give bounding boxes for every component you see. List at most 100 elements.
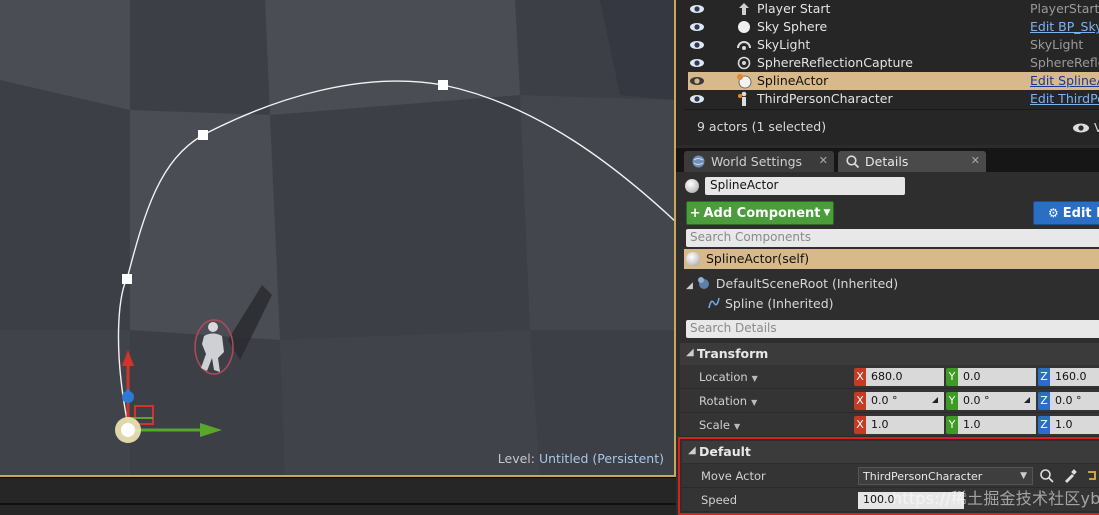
location-z-value[interactable]: 160.0 bbox=[1050, 368, 1099, 386]
rotation-z[interactable]: Z 0.0 ° bbox=[1038, 392, 1099, 410]
search-details-input[interactable]: Search Details bbox=[686, 320, 1099, 338]
outliner-row-player-start[interactable]: Player Start PlayerStart bbox=[688, 0, 1099, 18]
spline-point-1 bbox=[122, 274, 132, 284]
actor-name: Sky Sphere bbox=[757, 19, 828, 34]
component-spline-label: Spline (Inherited) bbox=[724, 296, 834, 311]
actor-type-link[interactable]: Edit ThirdPe bbox=[1030, 91, 1099, 106]
actor-type: SphereReflec bbox=[1030, 55, 1099, 70]
move-actor-value: ThirdPersonCharacter bbox=[863, 470, 983, 483]
edit-blueprint-button[interactable]: ⚙ Edit B bbox=[1033, 201, 1099, 225]
spline-icon bbox=[708, 297, 720, 309]
eye-icon[interactable] bbox=[689, 1, 705, 17]
eye-icon bbox=[1073, 123, 1089, 132]
reflection-capture-icon bbox=[737, 56, 751, 70]
rotation-z-value[interactable]: 0.0 ° bbox=[1050, 392, 1099, 410]
move-actor-label: Move Actor bbox=[701, 469, 766, 483]
component-tree-spline[interactable]: Spline (Inherited) bbox=[707, 296, 834, 311]
actor-type: SkyLight bbox=[1030, 37, 1084, 52]
sphere-icon bbox=[686, 252, 700, 266]
move-actor-dropdown[interactable]: ThirdPersonCharacter ▼ bbox=[858, 467, 1033, 485]
location-label[interactable]: Location ▼ bbox=[699, 370, 758, 384]
actor-name: SplineActor bbox=[757, 73, 829, 88]
skylight-icon bbox=[737, 41, 751, 50]
eye-icon[interactable] bbox=[689, 37, 705, 53]
collapse-arrow-icon[interactable]: ◢ bbox=[688, 445, 696, 456]
actor-name: Player Start bbox=[757, 1, 831, 16]
rotation-x[interactable]: X 0.0 ° bbox=[854, 392, 944, 410]
viewport-scene bbox=[0, 0, 674, 475]
level-name: Untitled (Persistent) bbox=[538, 451, 664, 466]
player-start-icon bbox=[739, 3, 749, 15]
add-component-button[interactable]: + Add Component ▼ bbox=[686, 201, 834, 225]
collapse-arrow-icon[interactable]: ◢ bbox=[686, 347, 694, 358]
component-tree-root[interactable]: ◢ DefaultSceneRoot (Inherited) bbox=[686, 276, 898, 291]
location-y-value[interactable]: 0.0 bbox=[958, 368, 1036, 386]
scale-z-value[interactable]: 1.0 bbox=[1050, 416, 1099, 434]
watermark-text: https://稀土掘金技术社区yb0022 bbox=[892, 489, 1099, 508]
outliner-row-skylight[interactable]: SkyLight SkyLight bbox=[688, 36, 1099, 54]
transform-category-header[interactable]: ◢ Transform bbox=[680, 343, 1099, 365]
component-self-row[interactable]: SplineActor(self) bbox=[684, 249, 1099, 269]
actor-type-link[interactable]: Edit BP_Sky_ bbox=[1030, 19, 1099, 34]
spin-handle-icon[interactable] bbox=[1022, 395, 1032, 405]
actor-name: SphereReflectionCapture bbox=[757, 55, 913, 70]
transform-header-label: Transform bbox=[697, 346, 769, 361]
location-y[interactable]: Y 0.0 bbox=[946, 368, 1036, 386]
actor-name-field[interactable]: SplineActor bbox=[705, 177, 905, 195]
scale-z[interactable]: Z 1.0 bbox=[1038, 416, 1099, 434]
tab-world-settings[interactable]: World Settings ✕ bbox=[684, 151, 834, 172]
scale-x[interactable]: X 1.0 bbox=[854, 416, 944, 434]
scale-y-value[interactable]: 1.0 bbox=[958, 416, 1036, 434]
close-icon[interactable]: ✕ bbox=[819, 154, 828, 167]
rotation-x-value[interactable]: 0.0 ° bbox=[871, 394, 898, 407]
details-icon bbox=[846, 155, 860, 169]
scale-label[interactable]: Scale ▼ bbox=[699, 418, 740, 432]
spin-handle-icon[interactable] bbox=[930, 395, 940, 405]
outliner-row-sphere-reflection-capture[interactable]: SphereReflectionCapture SphereReflec bbox=[688, 54, 1099, 72]
speed-label: Speed bbox=[701, 493, 738, 507]
eye-icon[interactable] bbox=[689, 55, 705, 71]
reset-arrow-icon[interactable] bbox=[1085, 469, 1097, 483]
edit-blueprint-label: Edit B bbox=[1062, 205, 1099, 221]
default-header-label: Default bbox=[699, 444, 751, 459]
rotation-y[interactable]: Y 0.0 ° bbox=[946, 392, 1036, 410]
eye-icon[interactable] bbox=[689, 19, 705, 35]
scale-x-value[interactable]: 1.0 bbox=[866, 416, 944, 434]
level-label-prefix: Level: bbox=[497, 451, 535, 466]
rotation-y-value[interactable]: 0.0 ° bbox=[963, 394, 990, 407]
actor-type-link[interactable]: Edit SplineA bbox=[1030, 73, 1099, 88]
chevron-down-icon: ▼ bbox=[823, 208, 831, 218]
viewport-bottom-bar bbox=[0, 477, 676, 515]
location-x-value[interactable]: 680.0 bbox=[866, 368, 944, 386]
chevron-down-icon: ▼ bbox=[733, 422, 741, 431]
view-options-button[interactable]: V bbox=[1072, 120, 1099, 135]
picker-icon[interactable] bbox=[1062, 468, 1078, 484]
close-icon[interactable]: ✕ bbox=[971, 154, 980, 167]
scale-y[interactable]: Y 1.0 bbox=[946, 416, 1036, 434]
actor-name: SkyLight bbox=[757, 37, 811, 52]
rotation-label[interactable]: Rotation ▼ bbox=[699, 394, 757, 408]
location-x[interactable]: X 680.0 bbox=[854, 368, 944, 386]
actor-count: 9 actors (1 selected) bbox=[697, 119, 827, 134]
expand-arrow-icon[interactable]: ◢ bbox=[686, 281, 693, 291]
spline-actor-icon bbox=[737, 74, 752, 89]
level-viewport[interactable]: Level: Untitled (Persistent) bbox=[0, 0, 676, 477]
actor-type: PlayerStart bbox=[1030, 1, 1099, 16]
right-panel: Player Start PlayerStart Sky Sphere Edit… bbox=[676, 0, 1099, 515]
default-category-header[interactable]: ◢ Default bbox=[682, 441, 1099, 463]
add-component-label: Add Component bbox=[703, 205, 821, 221]
search-components-input[interactable]: Search Components bbox=[686, 229, 1099, 247]
tab-details[interactable]: Details ✕ bbox=[838, 151, 986, 172]
world-outliner: Player Start PlayerStart Sky Sphere Edit… bbox=[676, 0, 1099, 145]
panel-tab-bar: World Settings ✕ Details ✕ bbox=[676, 148, 1099, 172]
outliner-row-sky-sphere[interactable]: Sky Sphere Edit BP_Sky_ bbox=[688, 18, 1099, 36]
eye-icon[interactable] bbox=[689, 73, 705, 89]
outliner-row-third-person-character[interactable]: ThirdPersonCharacter Edit ThirdPe bbox=[688, 90, 1099, 108]
browse-icon[interactable] bbox=[1039, 468, 1055, 484]
location-z[interactable]: Z 160.0 bbox=[1038, 368, 1099, 386]
sphere-icon bbox=[738, 21, 750, 33]
eye-icon[interactable] bbox=[689, 91, 705, 107]
outliner-row-spline-actor[interactable]: SplineActor Edit SplineA bbox=[688, 72, 1099, 90]
level-label: Level: Untitled (Persistent) bbox=[498, 451, 664, 466]
plus-icon: + bbox=[689, 205, 701, 221]
